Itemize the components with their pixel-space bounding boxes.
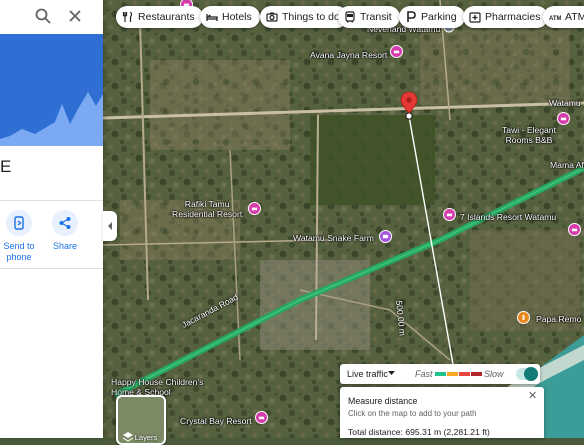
label-papa-remo[interactable]: Papa Remo <box>536 314 581 324</box>
chip-parking[interactable]: Parking <box>399 6 465 28</box>
camera-icon <box>266 12 278 22</box>
chip-transit[interactable]: Transit <box>338 6 400 28</box>
hotel-pin-icon[interactable] <box>255 411 268 424</box>
measure-total-distance: Total distance: 695.31 m (2,281.21 ft) <box>348 427 490 437</box>
traffic-slow-label: Slow <box>484 369 504 379</box>
hotel-pin-icon[interactable] <box>443 208 456 221</box>
traffic-toggle[interactable] <box>516 367 538 381</box>
chevron-left-icon <box>108 222 112 230</box>
live-traffic-dropdown[interactable]: Live traffic <box>347 369 388 379</box>
measure-title: Measure distance <box>348 396 418 406</box>
chip-restaurants[interactable]: Restaurants <box>116 6 203 28</box>
share-icon <box>59 217 71 229</box>
divider <box>0 268 103 269</box>
hotel-pin-icon[interactable] <box>568 223 581 236</box>
traffic-legend-segment <box>447 372 458 376</box>
collapse-panel-button[interactable] <box>103 211 117 241</box>
place-elevation-graphic <box>0 34 103 146</box>
caret-down-icon[interactable] <box>388 371 395 376</box>
close-icon[interactable]: ✕ <box>528 389 537 402</box>
pharmacy-icon <box>469 12 481 23</box>
chip-atms[interactable]: ATM ATMs <box>543 6 584 28</box>
side-panel: E Send to phone Share <box>0 0 103 438</box>
share-button[interactable]: Share <box>43 210 87 252</box>
hotel-pin-icon[interactable] <box>390 45 403 58</box>
label-mama[interactable]: Mama Afr <box>550 160 584 170</box>
traffic-legend-segment <box>471 372 482 376</box>
fork-knife-icon <box>122 11 133 22</box>
phone-send-icon <box>14 216 24 230</box>
search-icon[interactable] <box>34 7 52 25</box>
measure-hint: Click on the map to add to your path <box>348 409 477 418</box>
measure-distance-card: Measure distance Click on the map to add… <box>340 387 544 438</box>
label-avana[interactable]: Avana Jayna Resort <box>310 50 387 60</box>
search-bar[interactable] <box>0 0 103 34</box>
svg-text:ATM: ATM <box>549 16 561 22</box>
divider <box>0 200 103 201</box>
traffic-legend-segment <box>459 372 470 376</box>
label-watamu[interactable]: Watamu <box>549 98 581 108</box>
live-traffic-bar: Live traffic Fast Slow <box>340 364 540 384</box>
share-label: Share <box>52 241 78 251</box>
label-snake-farm[interactable]: Watamu Snake Farm <box>293 233 374 243</box>
parking-icon <box>407 11 416 22</box>
chip-hotels[interactable]: Hotels <box>200 6 260 28</box>
place-title: E <box>0 157 12 176</box>
traffic-fast-label: Fast <box>415 369 433 379</box>
close-icon[interactable] <box>66 7 84 25</box>
chip-pharmacies[interactable]: Pharmacies <box>463 6 549 28</box>
atm-icon: ATM <box>549 16 561 22</box>
label-crystal-bay[interactable]: Crystal Bay Resort <box>180 416 252 426</box>
label-happy-house[interactable]: Happy House Children's Home & School <box>111 377 203 397</box>
label-seven-islands[interactable]: 7 Islands Resort Watamu <box>460 212 556 222</box>
hotel-pin-icon[interactable] <box>557 112 570 125</box>
label-rafiki[interactable]: Rafiki Tamu Residential Resort <box>172 199 242 219</box>
restaurant-pin-icon[interactable] <box>517 311 530 324</box>
bus-icon <box>345 11 355 23</box>
traffic-legend-segment <box>435 372 446 376</box>
label-tawi[interactable]: Tawi - Elegant Rooms B&B <box>502 125 556 145</box>
hotel-pin-icon[interactable] <box>248 202 261 215</box>
send-to-phone-label: Send to phone <box>3 241 35 262</box>
send-to-phone-button[interactable]: Send to phone <box>0 210 41 263</box>
attraction-pin-icon[interactable] <box>379 230 392 243</box>
chip-things-to-do[interactable]: Things to do <box>260 6 348 28</box>
bed-icon <box>206 14 218 21</box>
